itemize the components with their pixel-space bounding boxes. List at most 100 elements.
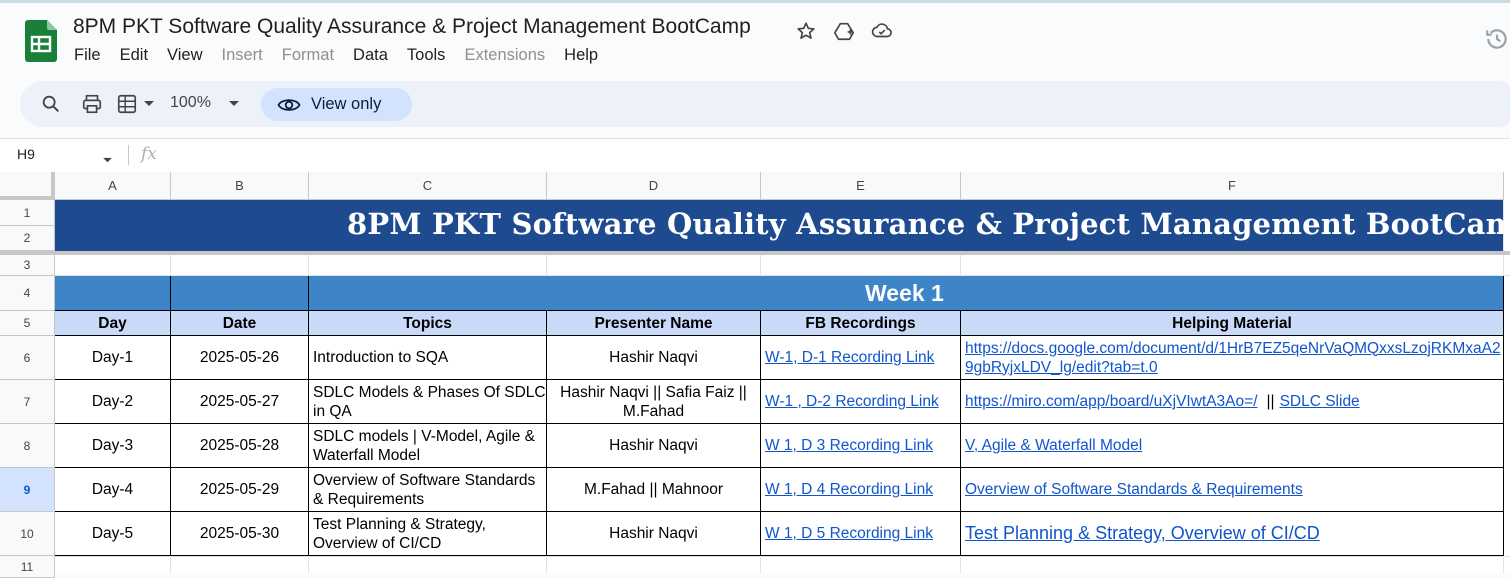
material-link[interactable]: V, Agile & Waterfall Model — [965, 436, 1142, 455]
zoom-select[interactable]: 100% — [170, 94, 211, 112]
cell-recording[interactable]: W 1, D 4 Recording Link — [761, 468, 961, 512]
recording-link[interactable]: W 1, D 3 Recording Link — [765, 436, 933, 455]
formula-bar — [0, 138, 1510, 172]
cell-presenter[interactable]: Hashir Naqvi — [547, 512, 761, 556]
cell-date[interactable]: 2025-05-30 — [171, 512, 309, 556]
fx-icon: fx — [141, 144, 157, 164]
row-header-8[interactable]: 8 — [0, 424, 55, 468]
select-all-corner[interactable] — [0, 172, 55, 200]
eye-icon — [277, 98, 301, 111]
cell-material[interactable]: https://miro.com/app/board/uXjVIwtA3Ao=/… — [961, 380, 1504, 424]
paint-format-icon[interactable] — [116, 93, 138, 115]
sheets-logo-icon[interactable] — [25, 20, 57, 62]
header-day[interactable]: Day — [55, 311, 171, 336]
header-date[interactable]: Date — [171, 311, 309, 336]
cell-recording[interactable]: W 1, D 5 Recording Link — [761, 512, 961, 556]
document-title[interactable]: 8PM PKT Software Quality Assurance & Pro… — [73, 15, 751, 39]
recording-link[interactable]: W-1, D-1 Recording Link — [765, 348, 934, 367]
header-helping-material[interactable]: Helping Material — [961, 311, 1504, 336]
menu-extensions: Extensions — [464, 46, 546, 64]
row-header-5[interactable]: 5 — [0, 311, 55, 336]
cell-day[interactable]: Day-5 — [55, 512, 171, 556]
recording-link[interactable]: W-1 , D-2 Recording Link — [765, 392, 939, 411]
cell-recording[interactable]: W 1, D 3 Recording Link — [761, 424, 961, 468]
cell-topic[interactable]: SDLC Models & Phases Of SDLC in QA — [309, 380, 547, 424]
title-actions — [793, 19, 895, 43]
header-presenter[interactable]: Presenter Name — [547, 311, 761, 336]
week-band-cell-a[interactable] — [55, 276, 171, 311]
material-link[interactable]: https://docs.google.com/document/d/1HrB7… — [965, 339, 1501, 377]
material-link[interactable]: Test Planning & Strategy, Overview of CI… — [965, 524, 1320, 543]
header-topics[interactable]: Topics — [309, 311, 547, 336]
cell-material[interactable]: V, Agile & Waterfall Model — [961, 424, 1504, 468]
cell-date[interactable]: 2025-05-26 — [171, 336, 309, 380]
column-header-c[interactable]: C — [309, 172, 547, 200]
cloud-status-icon[interactable] — [869, 19, 895, 43]
menu-view[interactable]: View — [167, 46, 202, 65]
header-fb-recordings[interactable]: FB Recordings — [761, 311, 961, 336]
menu-data[interactable]: Data — [353, 46, 388, 65]
row-header-10[interactable]: 10 — [0, 512, 55, 556]
name-box[interactable]: H9 — [17, 146, 35, 162]
cell-date[interactable]: 2025-05-29 — [171, 468, 309, 512]
menu-format: Format — [281, 46, 335, 64]
view-only-button[interactable]: View only — [261, 88, 412, 121]
row-header-6[interactable]: 6 — [0, 336, 55, 380]
view-only-label: View only — [311, 95, 382, 113]
cell-presenter[interactable]: M.Fahad || Mahnoor — [547, 468, 761, 512]
cell-topic[interactable]: SDLC models | V-Model, Agile & Waterfall… — [309, 424, 547, 468]
material-extra-link[interactable]: SDLC Slide — [1280, 392, 1360, 411]
star-icon[interactable] — [793, 19, 819, 43]
cell-presenter[interactable]: Hashir Naqvi || Safia Faiz || M.Fahad — [547, 380, 761, 424]
cell-recording[interactable]: W-1, D-1 Recording Link — [761, 336, 961, 380]
cell-topic[interactable]: Test Planning & Strategy, Overview of CI… — [309, 512, 547, 556]
row-header-2[interactable]: 2 — [0, 226, 55, 251]
cell-day[interactable]: Day-1 — [55, 336, 171, 380]
cell-presenter[interactable]: Hashir Naqvi — [547, 424, 761, 468]
frozen-rows-divider[interactable] — [0, 251, 1510, 255]
cell-day[interactable]: Day-3 — [55, 424, 171, 468]
row-header-7[interactable]: 7 — [0, 380, 55, 424]
row-header-4[interactable]: 4 — [0, 276, 55, 311]
material-link[interactable]: Overview of Software Standards & Require… — [965, 480, 1303, 499]
toolbar — [20, 81, 1510, 127]
menu-file[interactable]: File — [74, 46, 101, 65]
chevron-down-icon[interactable] — [143, 100, 155, 108]
week-band-cell-b[interactable] — [171, 276, 309, 311]
column-header-d[interactable]: D — [547, 172, 761, 200]
move-to-drive-icon[interactable] — [831, 19, 857, 43]
cell-day[interactable]: Day-4 — [55, 468, 171, 512]
material-separator: || — [1266, 393, 1275, 410]
week-label: Week 1 — [865, 280, 944, 306]
search-icon[interactable] — [40, 93, 62, 115]
column-header-f[interactable]: F — [961, 172, 1504, 200]
cell-presenter[interactable]: Hashir Naqvi — [547, 336, 761, 380]
version-history-icon[interactable] — [1484, 26, 1510, 52]
recording-link[interactable]: W 1, D 4 Recording Link — [765, 480, 933, 499]
column-header-a[interactable]: A — [55, 172, 171, 200]
material-link[interactable]: https://miro.com/app/board/uXjVIwtA3Ao=/ — [965, 392, 1258, 411]
column-header-e[interactable]: E — [761, 172, 961, 200]
cell-topic[interactable]: Introduction to SQA — [309, 336, 547, 380]
cell-day[interactable]: Day-2 — [55, 380, 171, 424]
zoom-chevron-down-icon[interactable] — [228, 100, 240, 108]
cell-date[interactable]: 2025-05-28 — [171, 424, 309, 468]
cell-recording[interactable]: W-1 , D-2 Recording Link — [761, 380, 961, 424]
name-box-chevron-down-icon[interactable] — [102, 151, 113, 169]
formula-bar-divider — [128, 145, 129, 165]
row-header-1[interactable]: 1 — [0, 200, 55, 226]
row-header-3[interactable]: 3 — [0, 255, 55, 276]
menu-tools[interactable]: Tools — [407, 46, 446, 65]
menu-help[interactable]: Help — [564, 46, 598, 65]
recording-link[interactable]: W 1, D 5 Recording Link — [765, 524, 933, 543]
row-header-11[interactable]: 11 — [0, 556, 55, 578]
cell-material[interactable]: Overview of Software Standards & Require… — [961, 468, 1504, 512]
column-header-b[interactable]: B — [171, 172, 309, 200]
cell-material[interactable]: Test Planning & Strategy, Overview of CI… — [961, 512, 1504, 556]
menu-edit[interactable]: Edit — [120, 46, 148, 65]
print-icon[interactable] — [81, 93, 103, 115]
cell-date[interactable]: 2025-05-27 — [171, 380, 309, 424]
cell-material[interactable]: https://docs.google.com/document/d/1HrB7… — [961, 336, 1504, 380]
cell-topic[interactable]: Overview of Software Standards & Require… — [309, 468, 547, 512]
row-header-9[interactable]: 9 — [0, 468, 55, 512]
